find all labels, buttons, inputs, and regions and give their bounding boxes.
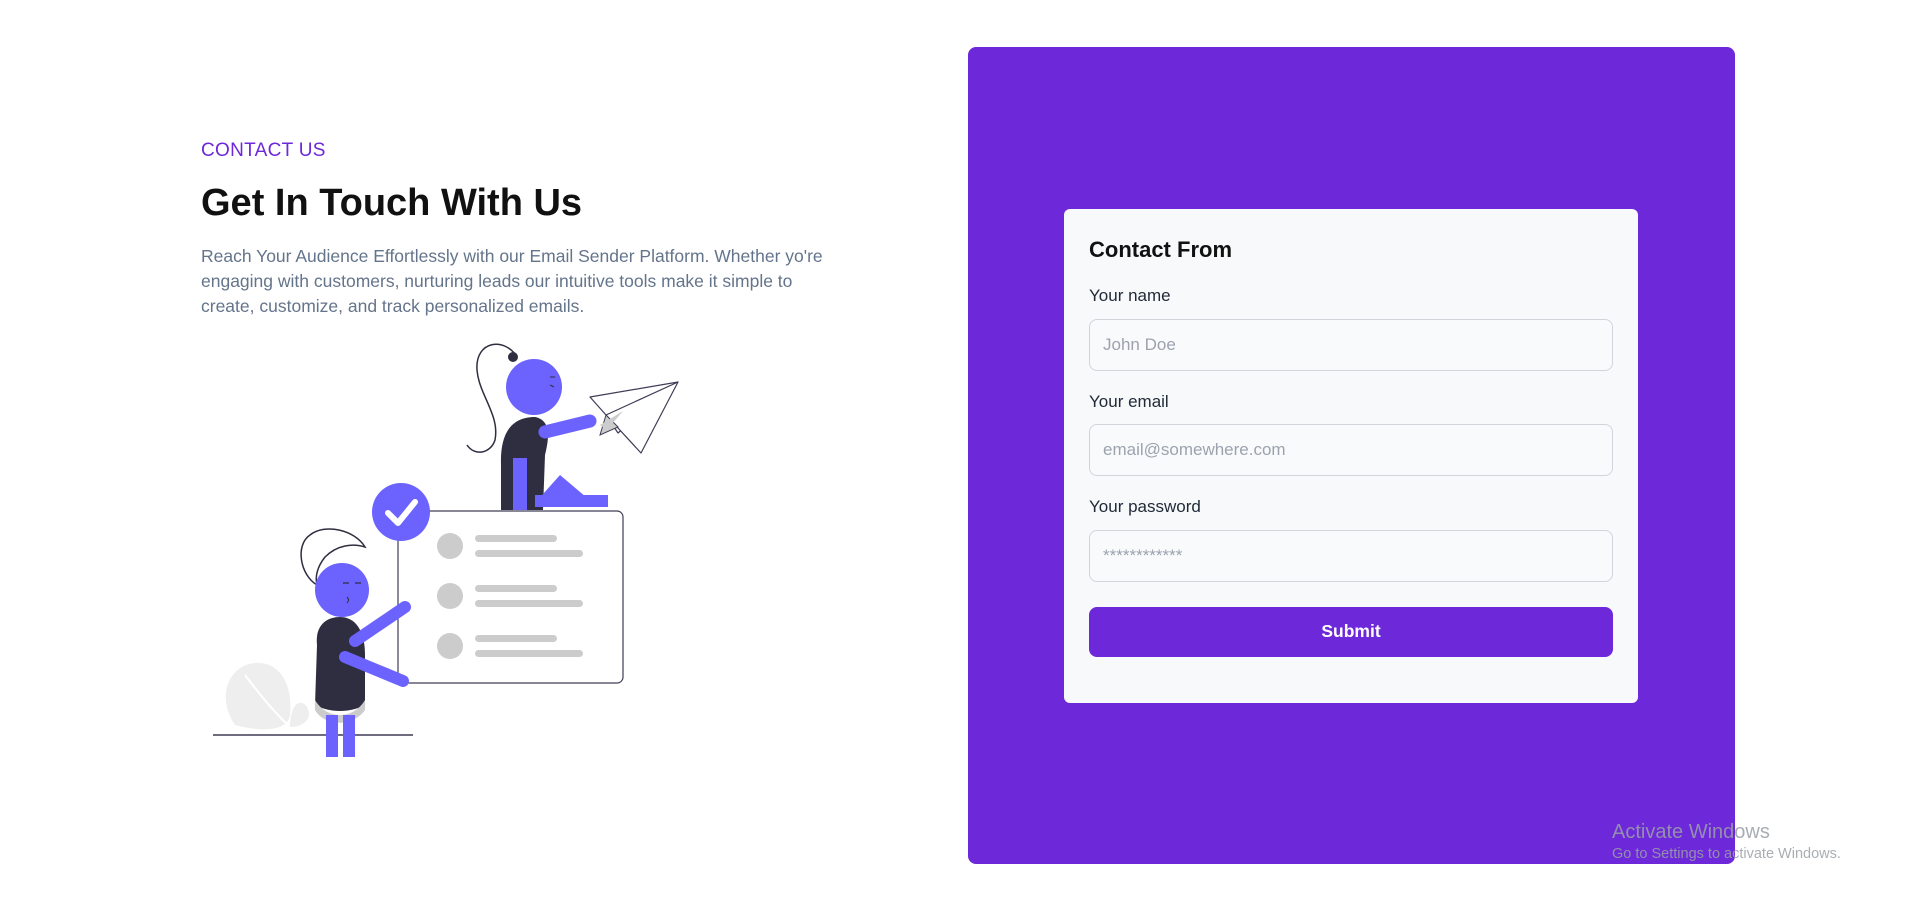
contact-illustration: [213, 343, 679, 757]
page-description: Reach Your Audience Effortlessly with ou…: [201, 245, 823, 316]
name-field-group: Your name: [1089, 286, 1613, 371]
submit-button[interactable]: Submit: [1089, 606, 1613, 657]
contact-intro: CONTACT US Get In Touch With Us Reach Yo…: [201, 140, 841, 319]
name-label: Your name: [1089, 286, 1171, 306]
password-field-group: Your password: [1089, 497, 1613, 582]
watermark-title: Activate Windows: [1612, 821, 1770, 843]
password-label: Your password: [1089, 497, 1201, 517]
paper-plane-icon: [589, 381, 679, 454]
email-label: Your email: [1089, 391, 1169, 411]
contact-form: Contact From Your name Your email Your p…: [1064, 209, 1638, 703]
page-title: Get In Touch With Us: [201, 182, 583, 224]
contact-panel: Contact From Your name Your email Your p…: [968, 47, 1735, 864]
name-input[interactable]: [1089, 318, 1613, 371]
checklist-board: [397, 510, 624, 684]
person-top: [466, 343, 608, 510]
section-eyebrow: CONTACT US: [201, 140, 326, 161]
activate-windows-watermark: Activate Windows Go to Settings to activ…: [1612, 820, 1841, 863]
email-input[interactable]: [1089, 424, 1613, 477]
check-circle-icon: [372, 483, 430, 541]
email-field-group: Your email: [1089, 391, 1613, 477]
leaf-decoration: [225, 662, 310, 730]
password-input[interactable]: [1089, 529, 1613, 582]
watermark-subtitle: Go to Settings to activate Windows.: [1612, 846, 1841, 862]
person-left: [300, 528, 411, 757]
contact-page: CONTACT US Get In Touch With Us Reach Yo…: [0, 0, 1914, 899]
form-title: Contact From: [1089, 237, 1232, 262]
